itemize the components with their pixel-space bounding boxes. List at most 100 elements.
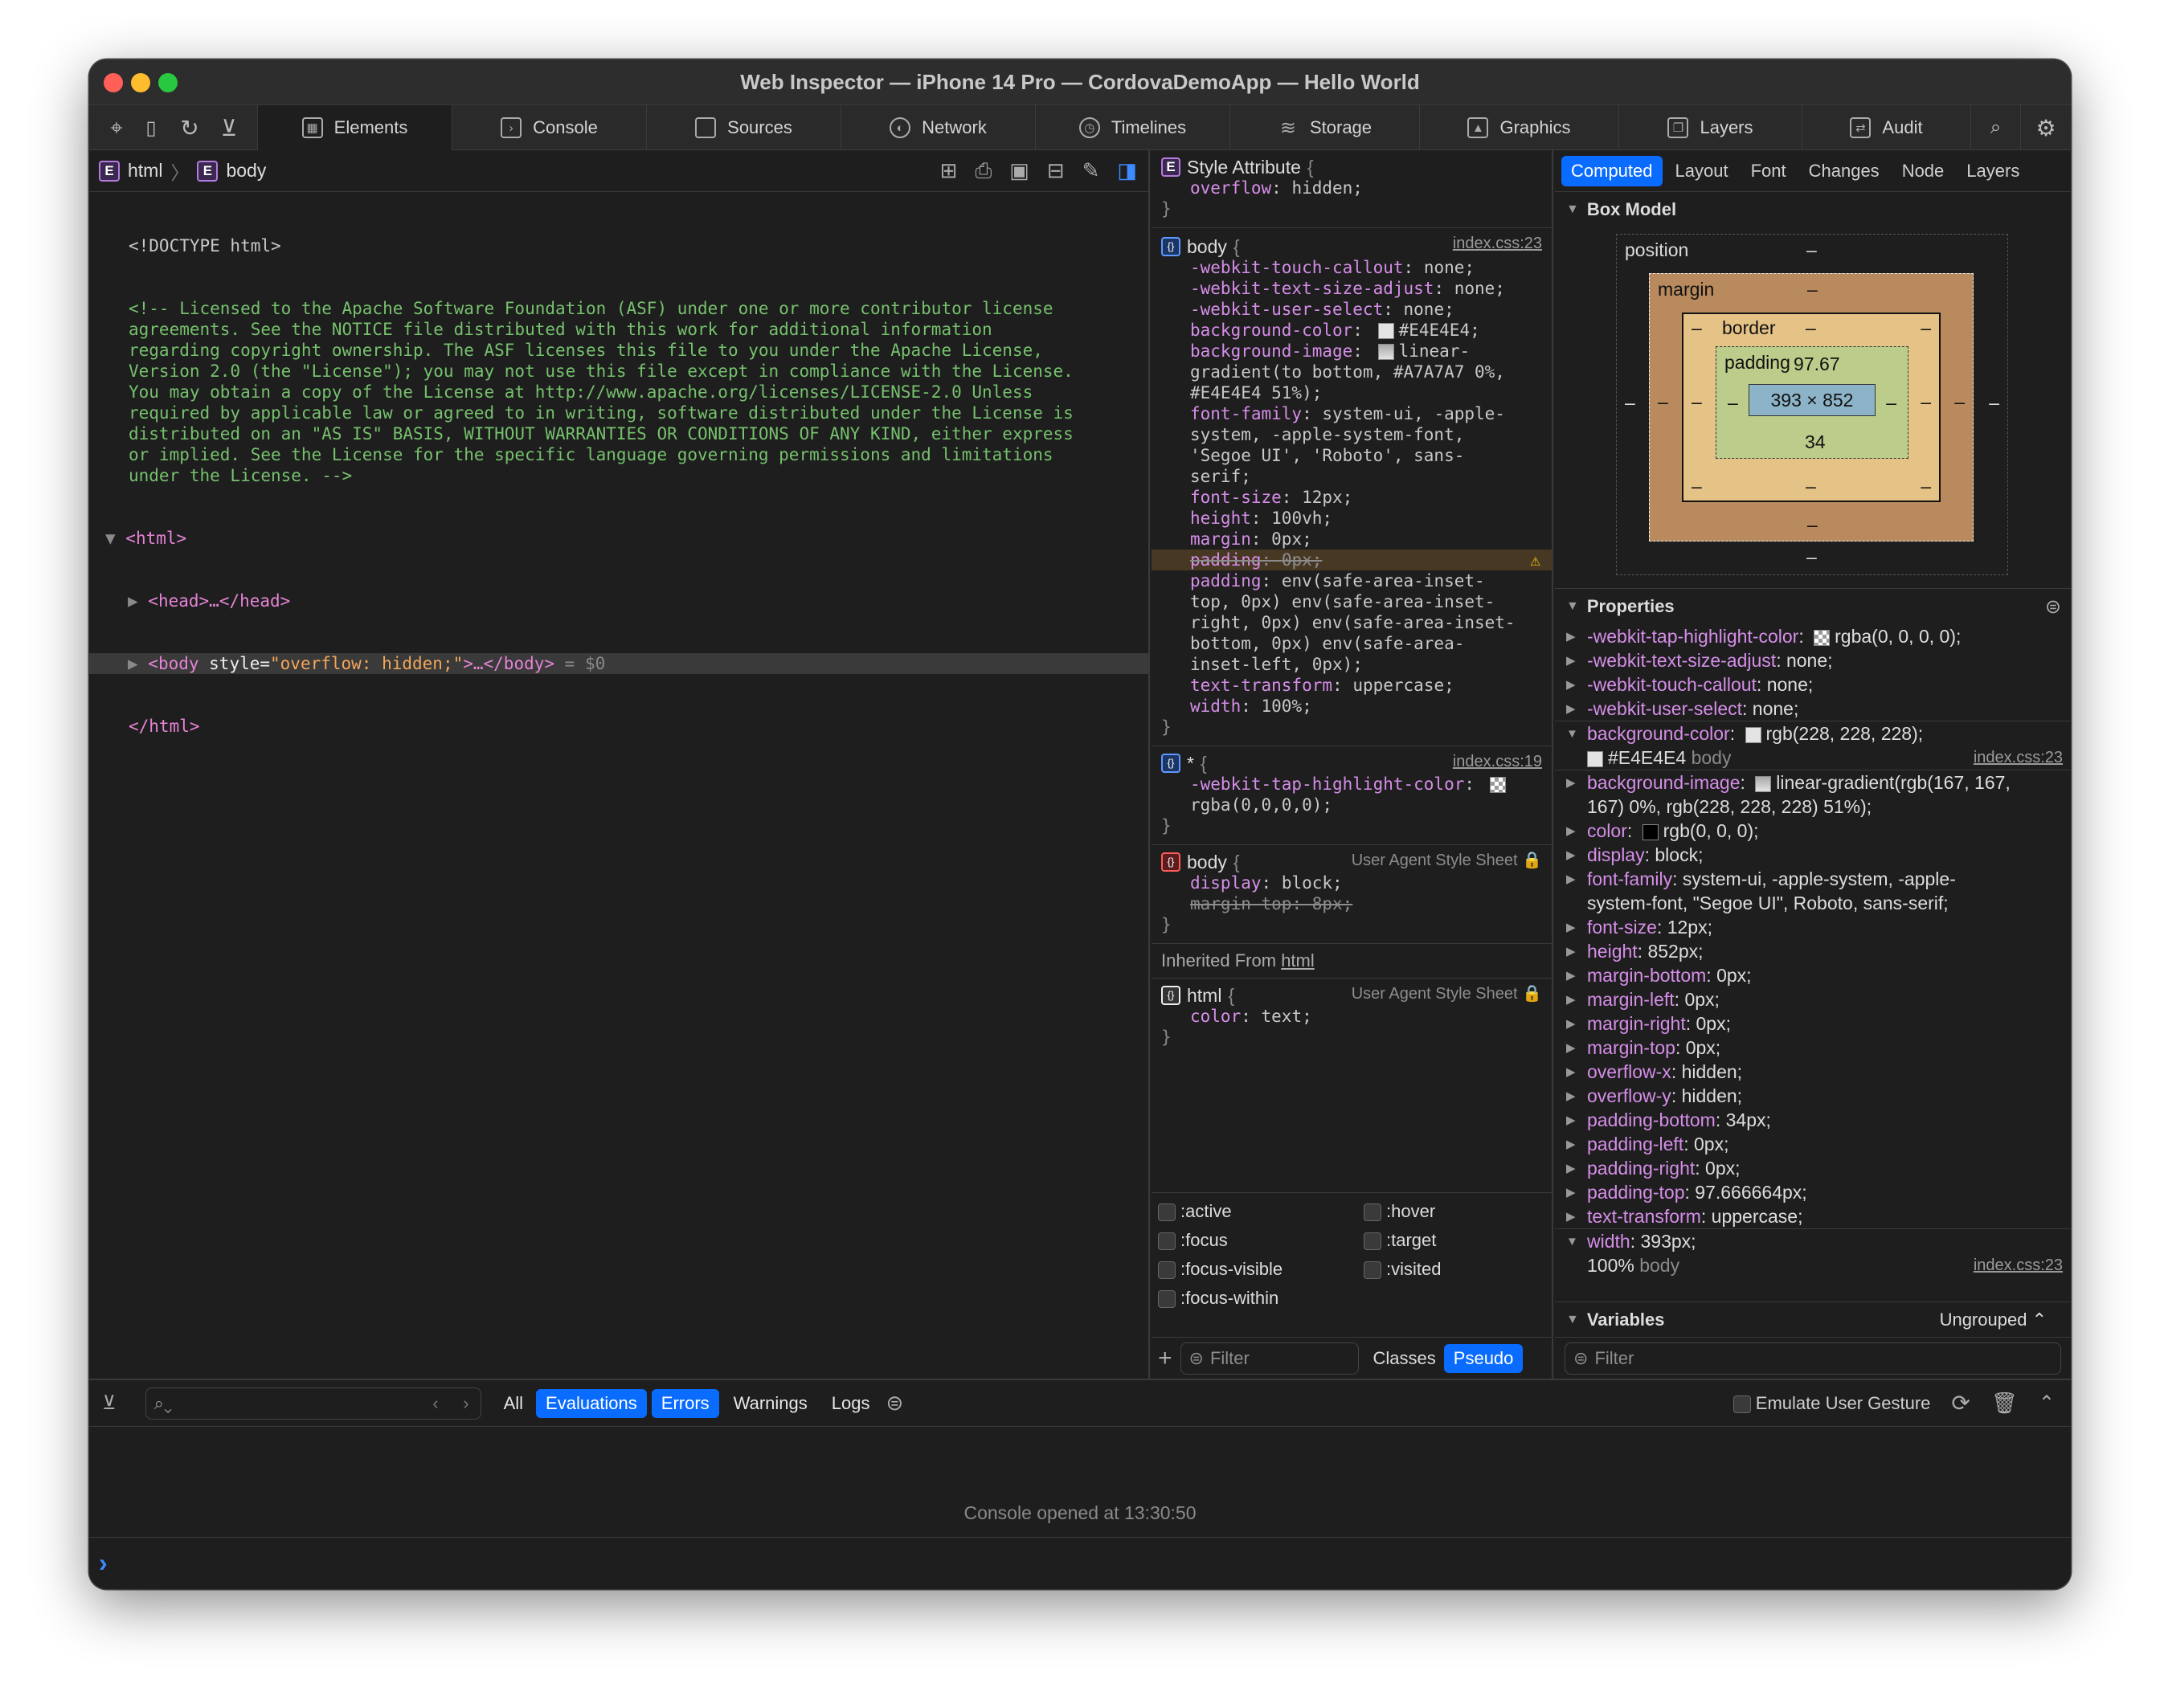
tab-node[interactable]: Node: [1892, 156, 1954, 186]
console-prompt[interactable]: ›: [89, 1538, 2071, 1587]
search-button[interactable]: ⌕: [1970, 105, 2020, 150]
color-swatch[interactable]: [1587, 750, 1603, 767]
sidebar-toggle-icon[interactable]: ◨: [1117, 158, 1137, 184]
color-swatch[interactable]: [1377, 323, 1394, 339]
declaration[interactable]: width: 100%;: [1152, 696, 1552, 717]
pencil-icon[interactable]: ✎: [1082, 158, 1100, 184]
property-font-family[interactable]: font-family: system-ui, -apple-system, -…: [1555, 867, 2071, 892]
filter-all[interactable]: All: [494, 1389, 533, 1418]
pseudo-active-checkbox[interactable]: :active: [1158, 1201, 1364, 1222]
emulate-user-gesture-checkbox[interactable]: Emulate User Gesture: [1732, 1393, 1930, 1414]
styles-filter-input[interactable]: ⊜ Filter: [1180, 1342, 1359, 1375]
tab-elements[interactable]: ▦ Elements: [257, 105, 452, 150]
source-link[interactable]: index.css:19: [1453, 751, 1542, 772]
grid-overlay-icon[interactable]: ⊞: [940, 158, 958, 184]
property-display[interactable]: display: block;: [1555, 843, 2071, 868]
layout-grid-icon[interactable]: ⊟: [1047, 158, 1065, 184]
print-icon[interactable]: ⎙: [975, 158, 992, 184]
warning-icon[interactable]: ⚠: [1530, 550, 1540, 570]
breadcrumb-html[interactable]: html: [128, 160, 162, 182]
tab-console[interactable]: › Console: [452, 105, 646, 150]
collapse-drawer-icon[interactable]: ⊻: [102, 1391, 117, 1415]
property-text-transform[interactable]: text-transform: uppercase;: [1555, 1204, 2071, 1229]
filter-evaluations[interactable]: Evaluations: [536, 1388, 647, 1418]
pseudo-focus-visible-checkbox[interactable]: :focus-visible: [1158, 1259, 1364, 1280]
property-padding-bottom[interactable]: padding-bottom: 34px;: [1555, 1108, 2071, 1133]
tab-changes[interactable]: Changes: [1799, 156, 1889, 186]
tab-layout[interactable]: Layout: [1666, 156, 1738, 186]
declaration[interactable]: -webkit-text-size-adjust: none;: [1152, 278, 1552, 299]
tab-layers[interactable]: ❐ Layers: [1618, 105, 1802, 150]
declaration[interactable]: -webkit-touch-callout: none;: [1152, 257, 1552, 278]
filter-warnings[interactable]: Warnings: [724, 1389, 817, 1418]
declaration[interactable]: margin: 0px;: [1152, 529, 1552, 550]
padding-top-value[interactable]: 97.67: [1794, 353, 1840, 375]
property-color[interactable]: color: rgb(0, 0, 0);: [1555, 819, 2071, 844]
reload-icon[interactable]: ↻: [176, 105, 203, 150]
color-swatch[interactable]: [1745, 726, 1761, 743]
next-result-icon[interactable]: ›: [463, 1393, 468, 1414]
padding-bottom-value[interactable]: 34: [1805, 431, 1826, 453]
property-padding-top[interactable]: padding-top: 97.666664px;: [1555, 1180, 2071, 1205]
disclosure-closed-icon[interactable]: ▶: [128, 654, 148, 673]
tab-storage[interactable]: ≋ Storage: [1229, 105, 1419, 150]
color-swatch[interactable]: [1642, 823, 1659, 840]
body-node[interactable]: ▶ <body style="overflow: hidden;">…</bod…: [89, 653, 1148, 674]
source-link[interactable]: index.css:23: [1453, 233, 1542, 254]
tab-font[interactable]: Font: [1741, 156, 1796, 186]
close-window-button[interactable]: [104, 73, 123, 92]
pseudo-visited-checkbox[interactable]: :visited: [1364, 1259, 1548, 1280]
property-padding-right[interactable]: padding-right: 0px;: [1555, 1156, 2071, 1181]
property-padding-left[interactable]: padding-left: 0px;: [1555, 1132, 2071, 1157]
tab-computed[interactable]: Computed: [1561, 155, 1663, 186]
settings-button[interactable]: ⚙: [2020, 105, 2071, 150]
declaration[interactable]: font-family: system-ui, -apple-: [1152, 403, 1552, 424]
color-swatch[interactable]: [1489, 777, 1506, 793]
property-webkit-tap-highlight-color[interactable]: -webkit-tap-highlight-color: rgba(0, 0, …: [1555, 624, 2071, 649]
declaration[interactable]: background-color: #E4E4E4;: [1152, 320, 1552, 341]
gradient-swatch[interactable]: [1755, 775, 1772, 792]
property-margin-top[interactable]: margin-top: 0px;: [1555, 1036, 2071, 1060]
tab-audit[interactable]: ⇄ Audit: [1802, 105, 1970, 150]
filter-logs[interactable]: Logs: [822, 1389, 880, 1418]
tab-layers-detail[interactable]: Layers: [1957, 156, 2029, 186]
screen-icon[interactable]: ▣: [1009, 158, 1029, 184]
inherited-link[interactable]: html: [1281, 950, 1315, 970]
download-icon[interactable]: ⊻: [215, 105, 243, 150]
add-rule-icon[interactable]: +: [1158, 1345, 1172, 1372]
source-link[interactable]: index.css:23: [1974, 746, 2063, 770]
color-swatch[interactable]: [1814, 629, 1831, 646]
tab-network[interactable]: ◐ Network: [841, 105, 1035, 150]
rule-selector[interactable]: *: [1187, 753, 1194, 774]
property-margin-left[interactable]: margin-left: 0px;: [1555, 987, 2071, 1012]
device-icon[interactable]: ▯: [139, 105, 163, 150]
filter-options-icon[interactable]: ⊜: [2045, 595, 2061, 619]
color-swatch[interactable]: [1377, 344, 1394, 360]
property-background-color[interactable]: background-color: rgb(228, 228, 228);: [1555, 721, 2071, 746]
pseudo-hover-checkbox[interactable]: :hover: [1364, 1201, 1548, 1222]
breadcrumb-body[interactable]: body: [226, 160, 266, 182]
refresh-icon[interactable]: ⟳: [1951, 1390, 1970, 1416]
source-link[interactable]: index.css:23: [1974, 1253, 2063, 1277]
property-font-size[interactable]: font-size: 12px;: [1555, 915, 2071, 940]
rule-selector[interactable]: body: [1187, 236, 1227, 257]
pseudo-focus-checkbox[interactable]: :focus: [1158, 1230, 1364, 1251]
property-margin-right[interactable]: margin-right: 0px;: [1555, 1011, 2071, 1036]
pseudo-button[interactable]: Pseudo: [1443, 1343, 1524, 1373]
properties-header[interactable]: ▼ Properties ⊜: [1555, 589, 2071, 624]
trash-icon[interactable]: 🗑: [1991, 1391, 2018, 1416]
filter-options-icon[interactable]: ⊜: [886, 1391, 904, 1416]
property-webkit-touch-callout[interactable]: -webkit-touch-callout: none;: [1555, 672, 2071, 697]
minimize-window-button[interactable]: [131, 73, 150, 92]
declaration[interactable]: padding: 0px; ⚠: [1152, 550, 1552, 570]
head-node[interactable]: ▶ <head>…</head>: [89, 590, 1148, 611]
box-model-header[interactable]: ▼ Box Model: [1555, 192, 2071, 227]
crosshair-icon[interactable]: ⌖: [100, 105, 133, 150]
disclosure-open-icon[interactable]: ▼: [105, 529, 125, 548]
property-height[interactable]: height: 852px;: [1555, 939, 2071, 964]
declaration[interactable]: font-size: 12px;: [1152, 487, 1552, 508]
property-overflow-y[interactable]: overflow-y: hidden;: [1555, 1084, 2071, 1109]
variables-header[interactable]: ▼ Variables Ungrouped ⌃: [1555, 1301, 2071, 1337]
declaration[interactable]: height: 100vh;: [1152, 508, 1552, 529]
content-box[interactable]: 393 × 852: [1749, 384, 1876, 416]
